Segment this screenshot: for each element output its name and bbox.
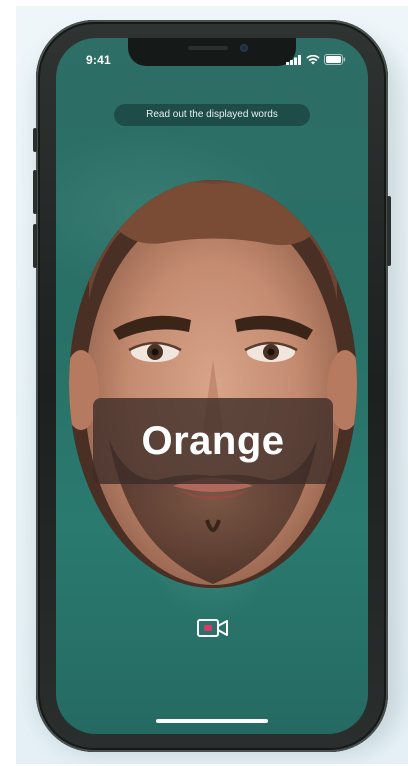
battery-icon [324,54,346,65]
power-button [387,196,391,266]
wifi-icon [306,54,320,64]
signal-icon [286,54,301,65]
status-time: 9:41 [86,53,111,67]
silent-switch [33,128,37,152]
instruction-pill: Read out the displayed words [114,104,310,126]
phone-screen: 9:41 Read out the displayed words Orange [56,38,368,734]
video-camera-icon[interactable] [196,616,230,640]
face-camera-preview: Orange [69,180,357,588]
screenshot-canvas: 9:41 Read out the displayed words Orange [0,0,408,766]
face-image [69,180,357,588]
notch [128,38,296,66]
earpiece-speaker [188,46,228,50]
volume-up-button [33,170,37,214]
volume-down-button [33,224,37,268]
displayed-word: Orange [93,398,333,484]
front-camera [240,44,248,52]
home-indicator[interactable] [156,719,268,723]
recording-dot-icon [204,625,212,631]
status-icons [286,54,346,65]
